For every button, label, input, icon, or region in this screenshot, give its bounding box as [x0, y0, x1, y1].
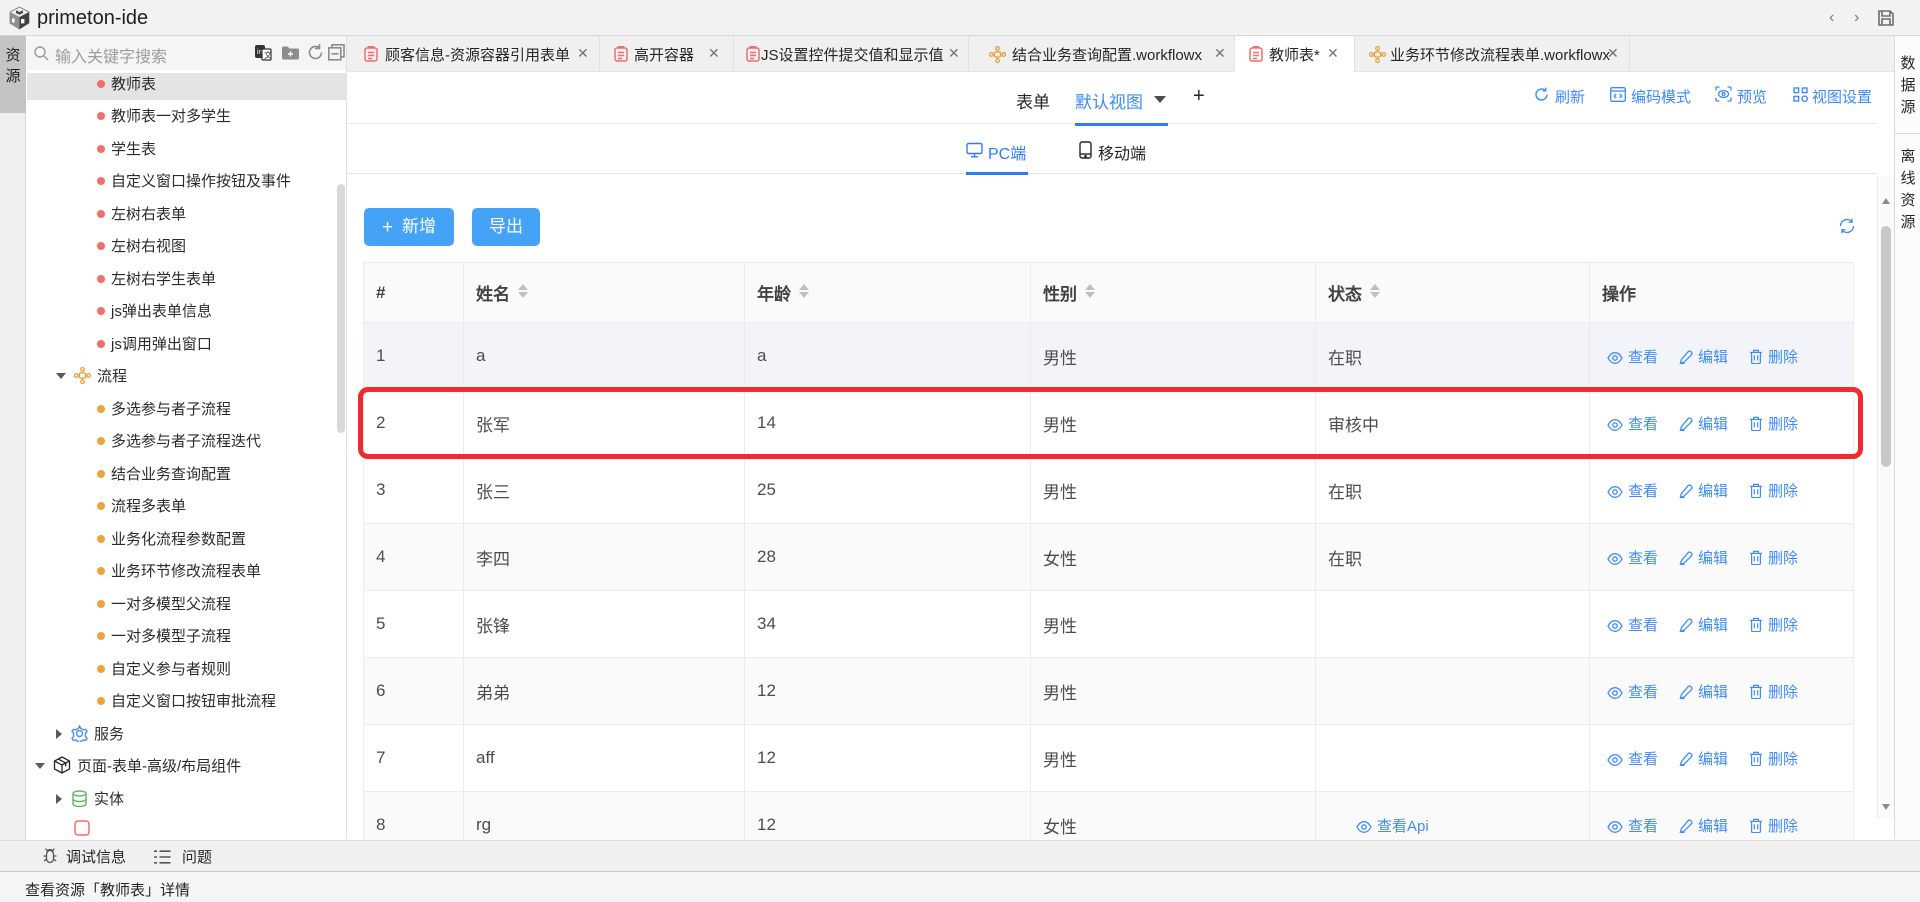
svg-text:文: 文	[264, 50, 272, 60]
